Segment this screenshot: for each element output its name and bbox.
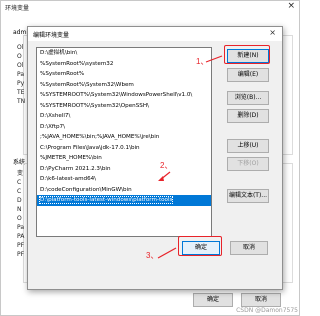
window-title: 环境变量 [5,5,30,12]
path-list[interactable]: D:\虚拟机\bin\ %SystemRoot%\system32 %SystemR… [36,47,212,237]
move-down-button[interactable]: 下移(O) [227,157,269,171]
close-icon[interactable]: × [287,1,295,11]
variable-name-fragment: PF [17,251,25,258]
step-1-label: 1、 [196,57,209,66]
window-ok-button[interactable]: 确定 [193,293,233,307]
path-text: %JMETER_HOME%\bin [40,155,102,161]
variable-name-fragment: TE [17,89,25,96]
variable-name-fragment: C [17,188,22,195]
path-text: D:\platform-tools-latest-windows\platfor… [38,196,174,204]
path-text: D:\Xshell7\ [40,113,71,119]
ok-button-highlight [178,236,222,256]
move-up-button[interactable]: 上移(U) [227,139,269,153]
variable-name-fragment: O [17,53,22,60]
variable-name-fragment: TN [17,98,26,105]
path-row[interactable]: %SystemRoot%\System32\Wbem [37,80,211,91]
delete-button[interactable]: 删除(D) [227,109,269,123]
variable-name-fragment: Pa [17,71,25,78]
path-row[interactable]: D:\k6-latest-amd64\ [37,174,211,185]
path-text: %SYSTEMROOT%\System32\OpenSSH\ [40,102,149,109]
variable-name-fragment: PA [17,233,25,240]
watermark-text: CSDN @Damon7575 [236,307,298,314]
path-text: D:\虚拟机\bin\ [40,50,78,56]
path-row[interactable]: D:\codeConfiguration\MinGW\bin [37,185,211,196]
window-cancel-button[interactable]: 取消 [241,293,281,307]
variable-name-fragment: Pa [17,224,25,231]
path-row[interactable]: ;%JAVA_HOME%\bin;%JAVA_HOME%\jre\bin [37,132,211,143]
path-text: D:\codeConfiguration\MinGW\bin [40,186,132,193]
variable-name-fragment: O [17,215,22,222]
user-variables-names: Ol O Ol Pa Py TE TN [17,43,27,106]
edit-text-button[interactable]: 编辑文本(T)... [227,189,269,203]
variable-name-fragment: C [17,179,22,186]
path-text: %SystemRoot% [40,71,85,77]
path-text: D:\Xftp7\ [40,123,65,130]
path-text: C:\Program Files\Java\jdk-17.0.1\bin [40,144,140,151]
dialog-title: 编辑环境变量 [33,32,70,39]
path-row[interactable]: %SYSTEMROOT%\System32\OpenSSH\ [37,101,211,112]
path-text: D:\k6-latest-amd64\ [40,176,97,182]
path-row[interactable]: D:\Xftp7\ [37,122,211,133]
edit-button[interactable]: 编辑(E) [227,68,269,82]
variable-name-fragment: Ol [17,62,24,69]
browse-button[interactable]: 浏览(B)... [227,91,269,105]
cancel-button[interactable]: 取消 [230,241,268,255]
path-text: %SystemRoot%\System32\Wbem [40,81,134,88]
new-button-highlight [224,45,270,64]
variable-name-fragment: 变 [17,170,24,177]
variable-name-fragment: PF [17,242,25,249]
variable-name-fragment: Ol [17,44,24,51]
close-icon[interactable]: × [269,28,276,37]
path-text: ;%JAVA_HOME%\bin;%JAVA_HOME%\jre\bin [40,134,160,140]
path-row[interactable]: %SystemRoot% [37,69,211,80]
step-3-label: 3、 [146,251,159,260]
path-row[interactable]: %JMETER_HOME%\bin [37,153,211,164]
path-text: %SYSTEMROOT%\System32\WindowsPowerShell\… [40,92,193,98]
step-2-label: 2、 [160,161,173,170]
path-row[interactable]: C:\Program Files\Java\jdk-17.0.1\bin [37,143,211,154]
path-row[interactable]: D:\Xshell7\ [37,111,211,122]
path-text: %SystemRoot%\system32 [40,60,114,67]
variable-name-fragment: Py [17,80,25,87]
path-row[interactable]: D:\虚拟机\bin\ [37,48,211,59]
path-row-selected[interactable]: D:\platform-tools-latest-windows\platfor… [37,195,211,206]
path-text: D:\PyCharm 2021.2.3\bin [40,165,111,172]
path-row[interactable]: D:\PyCharm 2021.2.3\bin [37,164,211,175]
system-variables-names: 变 C C D N O Pa PA PF PF [17,169,27,259]
dialog-titlebar: 编辑环境变量 × [28,27,282,41]
variable-name-fragment: D [17,197,22,204]
variable-name-fragment: N [17,206,22,213]
path-row[interactable]: %SYSTEMROOT%\System32\WindowsPowerShell\… [37,90,211,101]
path-row[interactable]: %SystemRoot%\system32 [37,59,211,70]
